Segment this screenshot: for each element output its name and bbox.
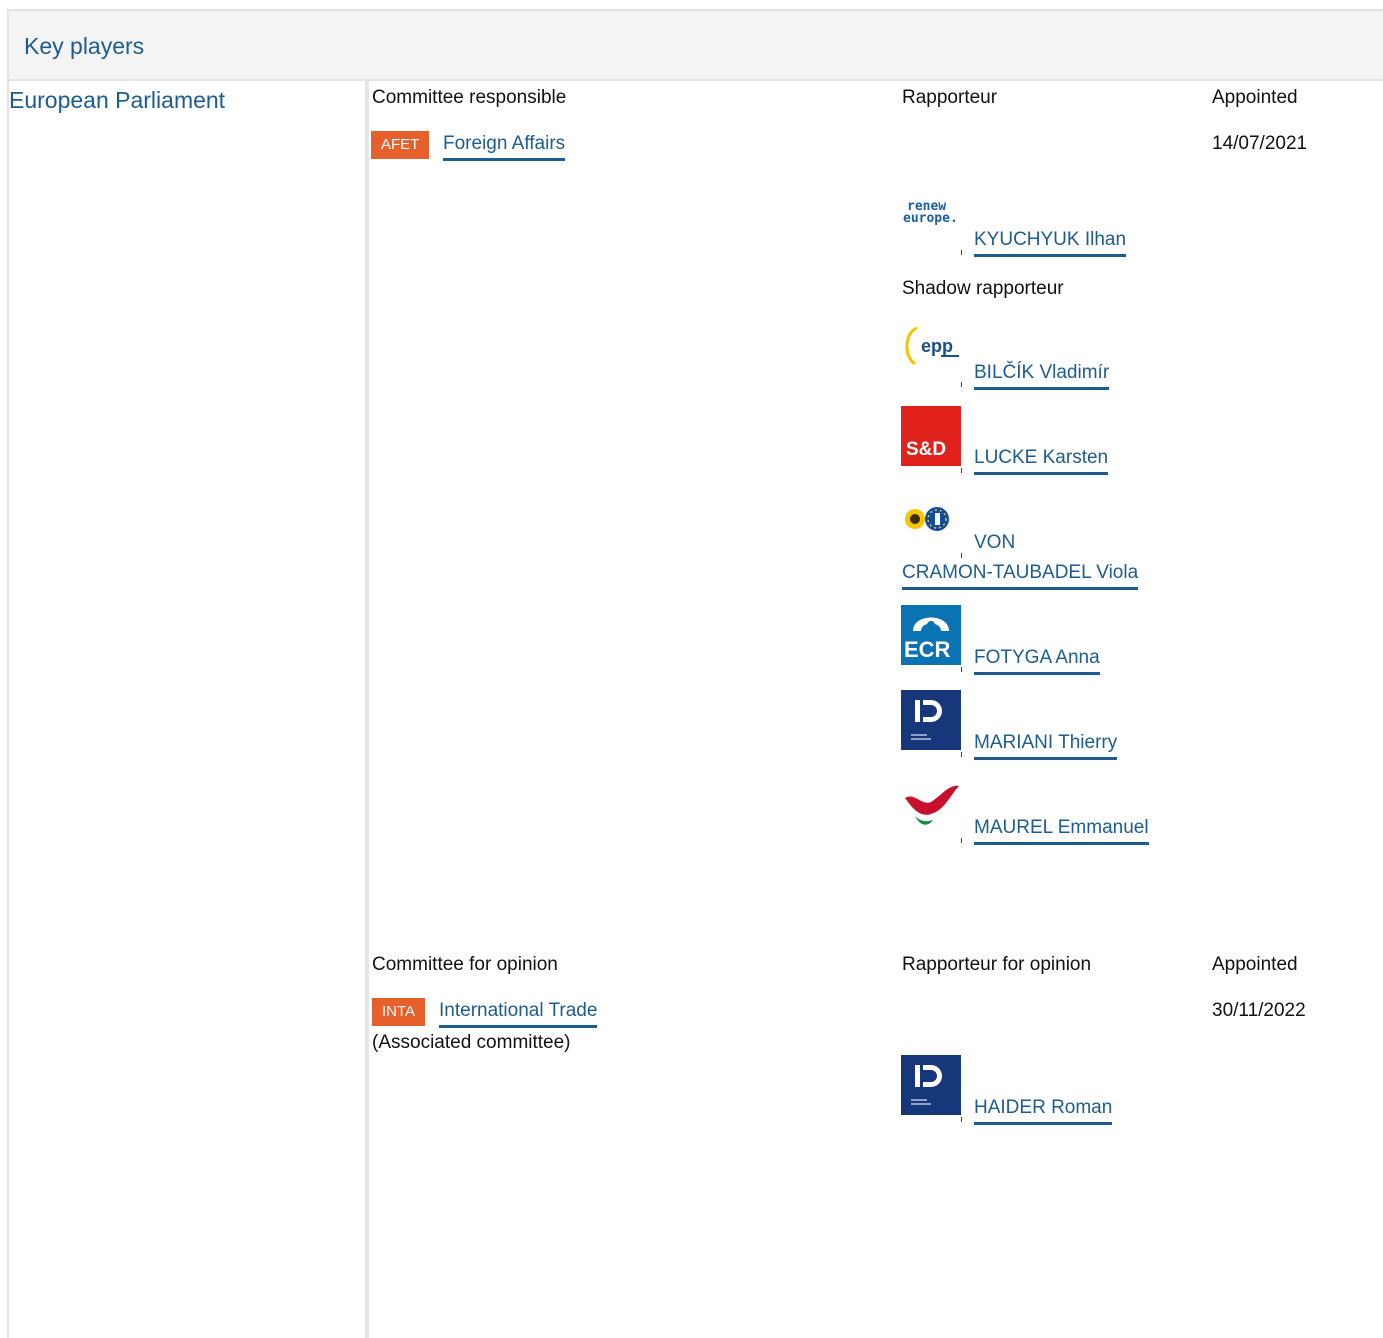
id-logo-icon — [901, 690, 961, 750]
id-logo-icon — [901, 1055, 961, 1115]
shadow-rapporteur-link[interactable]: MAUREL Emmanuel — [974, 817, 1149, 845]
rapporteur-link[interactable]: KYUCHYUK Ilhan — [974, 229, 1127, 257]
shadow-rapporteur-label: Shadow rapporteur — [902, 278, 1064, 299]
committee-note: (Associated committee) — [372, 1032, 571, 1053]
sd-logo-icon: S&D — [901, 406, 961, 466]
col-committee-opinion: Committee for opinion — [372, 954, 558, 975]
institution-column: European Parliament — [9, 81, 369, 1338]
col-committee-responsible: Committee responsible — [372, 87, 567, 108]
committee-link-foreign-affairs[interactable]: Foreign Affairs — [443, 133, 566, 161]
renew-europe-logo-icon: renew europe. — [901, 188, 961, 248]
shadow-rapporteur-link[interactable]: BILČÍK Vladimír — [974, 362, 1110, 390]
section-header: Key players — [9, 11, 1383, 81]
greens-efa-logo-icon — [901, 491, 961, 551]
shadow-rapporteur-link[interactable]: MARIANI Thierry — [974, 732, 1118, 760]
shadow-rapporteur-link[interactable]: LUCKE Karsten — [974, 447, 1109, 475]
appointed-date-opinion: 30/11/2022 — [1212, 1000, 1306, 1021]
ecr-logo-icon: ECR — [901, 605, 961, 665]
col-appointed: Appointed — [1212, 87, 1298, 108]
shadow-rapporteur-link-line2[interactable]: CRAMON-TAUBADEL Viola — [902, 562, 1139, 590]
institution-label[interactable]: European Parliament — [9, 87, 225, 114]
col-rapporteur: Rapporteur — [902, 87, 998, 108]
rapporteur-opinion-link[interactable]: HAIDER Roman — [974, 1097, 1113, 1125]
committee-link-international-trade[interactable]: International Trade — [439, 1000, 598, 1028]
section-title[interactable]: Key players — [24, 33, 144, 60]
col-rapporteur-opinion: Rapporteur for opinion — [902, 954, 1092, 975]
shadow-rapporteur-link-line1[interactable]: VON — [974, 532, 1015, 554]
svg-text:epp: epp — [921, 336, 953, 356]
appointed-date: 14/07/2021 — [1212, 133, 1308, 154]
epp-logo-icon: epp — [901, 320, 961, 380]
left-logo-icon — [901, 776, 961, 836]
col-appointed-opinion: Appointed — [1212, 954, 1298, 975]
shadow-rapporteur-link[interactable]: FOTYGA Anna — [974, 647, 1100, 675]
committee-badge-afet: AFET — [371, 131, 430, 159]
committee-badge-inta: INTA — [372, 998, 426, 1026]
